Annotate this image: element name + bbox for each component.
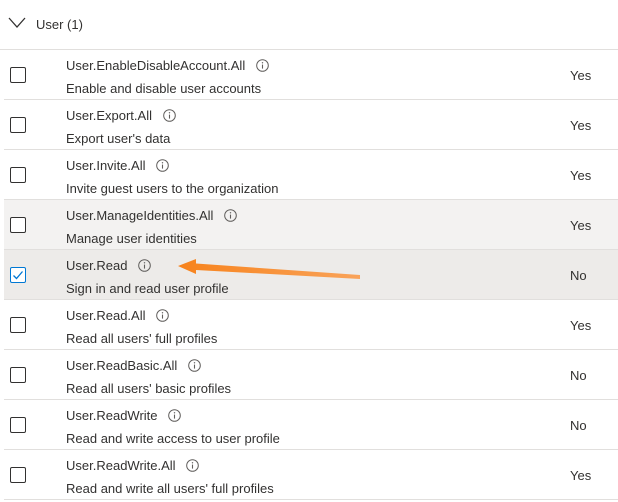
permission-checkbox[interactable] (10, 367, 26, 383)
permission-description: Read all users' full profiles (66, 331, 218, 346)
permission-row[interactable]: User.EnableDisableAccount.All Enable and… (4, 50, 618, 100)
permission-description: Export user's data (66, 131, 171, 146)
info-icon[interactable] (168, 409, 181, 422)
permission-description: Manage user identities (66, 231, 197, 246)
permission-row[interactable]: User.ReadWrite.All Read and write all us… (4, 450, 618, 500)
permission-description: Read all users' basic profiles (66, 381, 232, 396)
permission-checkbox[interactable] (10, 117, 26, 133)
permission-description: Read and write all users' full profiles (66, 481, 274, 496)
permission-checkbox[interactable] (10, 317, 26, 333)
permission-name: User.ReadWrite.All (66, 458, 176, 473)
permission-row[interactable]: User.Invite.All Invite guest users to th… (4, 150, 618, 200)
permission-name: User.Export.All (66, 108, 152, 123)
permission-description: Invite guest users to the organization (66, 181, 279, 196)
admin-consent-value: No (570, 418, 587, 433)
chevron-down-icon[interactable] (8, 17, 26, 29)
permission-name: User.ReadWrite (66, 408, 158, 423)
permission-description: Sign in and read user profile (66, 281, 229, 296)
admin-consent-value: Yes (570, 318, 592, 333)
info-icon[interactable] (224, 209, 237, 222)
permission-name: User.ManageIdentities.All (66, 208, 214, 223)
permissions-panel: User (1) User.EnableDisableAccount.All E… (0, 0, 618, 502)
permission-name: User.EnableDisableAccount.All (66, 58, 246, 73)
permission-name: User.ReadBasic.All (66, 358, 178, 373)
permission-checkbox[interactable] (10, 217, 26, 233)
admin-consent-value: Yes (570, 168, 592, 183)
permission-checkbox[interactable] (10, 467, 26, 483)
permission-row[interactable]: User.Export.All Export user's data Yes (4, 100, 618, 150)
info-icon[interactable] (138, 259, 151, 272)
checkmark-icon (13, 271, 23, 280)
info-icon[interactable] (186, 459, 200, 472)
permission-description: Enable and disable user accounts (66, 81, 262, 96)
permission-name: User.Read.All (66, 308, 146, 323)
admin-consent-value: No (570, 368, 587, 383)
admin-consent-value: Yes (570, 118, 592, 133)
admin-consent-value: Yes (570, 68, 592, 83)
permission-row[interactable]: User.ReadBasic.All Read all users' basic… (4, 350, 618, 400)
info-icon[interactable] (188, 359, 201, 372)
permission-row[interactable]: User.ManageIdentities.All Manage user id… (4, 200, 618, 250)
permission-row[interactable]: User.Read.All Read all users' full profi… (4, 300, 618, 350)
permission-row[interactable]: User.ReadWrite Read and write access to … (4, 400, 618, 450)
permission-row[interactable]: User.Read Sign in and read user profile … (4, 250, 618, 300)
info-icon[interactable] (156, 309, 169, 322)
permission-name: User.Read (66, 258, 128, 273)
permission-checkbox[interactable] (10, 267, 26, 283)
permission-name: User.Invite.All (66, 158, 146, 173)
admin-consent-value: Yes (570, 468, 592, 483)
info-icon[interactable] (256, 59, 269, 72)
group-header-user[interactable]: User (1) (0, 0, 618, 50)
info-icon[interactable] (162, 109, 176, 122)
admin-consent-value: Yes (570, 218, 592, 233)
group-title: User (1) (36, 17, 83, 32)
permission-checkbox[interactable] (10, 167, 26, 183)
admin-consent-value: No (570, 268, 587, 283)
permission-checkbox[interactable] (10, 417, 26, 433)
permission-checkbox[interactable] (10, 67, 26, 83)
permission-description: Read and write access to user profile (66, 431, 280, 446)
info-icon[interactable] (156, 159, 169, 172)
